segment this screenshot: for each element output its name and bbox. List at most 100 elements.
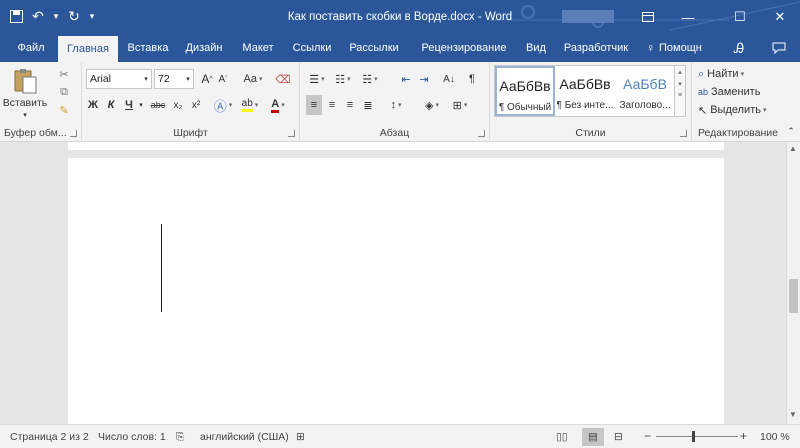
subscript-button[interactable]: x₂ (170, 95, 186, 115)
undo-dropdown-icon[interactable]: ▾ (52, 8, 60, 24)
align-left-icon[interactable]: ≡ (306, 95, 322, 115)
italic-button[interactable]: К (104, 95, 118, 115)
comments-icon[interactable] (772, 38, 786, 58)
styles-gallery: АаБбВв ¶ Обычный АаБбВв ¶ Без инте... Аа… (494, 65, 676, 117)
proofing-icon[interactable]: ⎘ (176, 431, 184, 444)
print-layout-icon[interactable]: ▤ (582, 428, 604, 446)
line-spacing-icon[interactable]: ↕ ▾ (384, 95, 408, 115)
zoom-in-button[interactable]: + (740, 429, 747, 443)
collapse-ribbon-icon[interactable]: ⌃ (784, 124, 798, 138)
redo-icon[interactable]: ↻ (66, 8, 82, 24)
macro-record-icon[interactable]: ⊞ (296, 431, 305, 443)
tab-home[interactable]: Главная (58, 36, 118, 62)
vertical-scrollbar[interactable]: ▲ ▼ (786, 142, 800, 424)
styles-down-icon[interactable]: ▾ (675, 80, 685, 88)
zoom-slider-thumb[interactable] (692, 431, 695, 442)
tell-me-search[interactable]: ♀ Помощн (646, 38, 702, 58)
tab-file[interactable]: Файл (8, 34, 54, 62)
styles-up-icon[interactable]: ▴ (675, 68, 685, 76)
tab-references[interactable]: Ссылки (286, 34, 338, 62)
highlight-color-icon[interactable]: ab ▾ (238, 95, 262, 115)
paste-icon[interactable] (10, 66, 40, 96)
select-button[interactable]: ↖ Выделить ▾ (698, 102, 766, 118)
styles-launcher-icon[interactable] (680, 130, 687, 137)
find-button[interactable]: ⌕ Найти ▾ (698, 66, 744, 82)
zoom-slider-track[interactable] (656, 436, 738, 437)
undo-icon[interactable]: ↶ (30, 8, 46, 24)
clipboard-launcher-icon[interactable] (70, 130, 77, 137)
increase-indent-icon[interactable]: ⇥ (416, 69, 432, 89)
font-launcher-icon[interactable] (288, 130, 295, 137)
close-button[interactable]: ✕ (760, 0, 800, 34)
status-bar: Страница 2 из 2 Число слов: 1 ⎘ английск… (0, 424, 800, 448)
account-name-redacted[interactable] (562, 10, 614, 23)
sort-button[interactable]: А↓ (440, 69, 458, 89)
bold-button[interactable]: Ж (86, 95, 100, 115)
tab-developer[interactable]: Разработчик (556, 34, 636, 62)
style-normal[interactable]: АаБбВв ¶ Обычный (495, 66, 555, 116)
tab-layout[interactable]: Макет (234, 34, 282, 62)
justify-icon[interactable]: ≣ (360, 95, 376, 115)
share-user-icon[interactable]: Ꭿ (734, 38, 744, 58)
format-painter-icon[interactable]: ✎ (56, 102, 72, 118)
tab-review[interactable]: Рецензирование (410, 34, 518, 62)
tab-design[interactable]: Дизайн (178, 34, 230, 62)
font-label: Шрифт (173, 127, 208, 139)
styles-more-icon[interactable]: ≡ (675, 92, 685, 99)
styles-scroll[interactable]: ▴ ▾ ≡ (674, 65, 686, 117)
maximize-button[interactable]: ☐ (720, 0, 760, 34)
document-page[interactable] (68, 158, 724, 428)
read-mode-icon[interactable]: ▯▯ (556, 431, 568, 443)
underline-button[interactable]: Ч (122, 95, 136, 115)
grow-font-icon[interactable]: A ^ (200, 69, 214, 89)
font-name-dropdown-icon[interactable]: ▾ (140, 69, 152, 89)
paste-button[interactable]: Вставить (3, 96, 48, 110)
numbering-icon[interactable]: ☷ ▾ (332, 69, 354, 89)
scroll-thumb[interactable] (789, 279, 798, 313)
web-layout-icon[interactable]: ⊟ (614, 431, 623, 443)
replace-button[interactable]: ab Заменить (698, 84, 760, 100)
language-status[interactable]: английский (США) (200, 431, 289, 443)
align-center-icon[interactable]: ≡ (324, 95, 340, 115)
shading-icon[interactable]: ◈ ▾ (420, 95, 444, 115)
tell-me-label: Помощн (659, 42, 702, 54)
zoom-level[interactable]: 100 % (760, 431, 790, 443)
multilevel-list-icon[interactable]: ☵ ▾ (358, 69, 382, 89)
page-count[interactable]: Страница 2 из 2 (10, 431, 89, 443)
paste-dropdown-icon[interactable]: ▾ (18, 110, 32, 120)
customize-qat-icon[interactable]: ▾ (88, 8, 96, 24)
font-color-icon[interactable]: A ▾ (266, 95, 290, 115)
clear-formatting-icon[interactable]: ⌫ (274, 69, 292, 89)
zoom-out-button[interactable]: − (644, 429, 651, 443)
style-heading[interactable]: АаБбВ Заголово... (615, 66, 675, 116)
decrease-indent-icon[interactable]: ⇤ (398, 69, 414, 89)
minimize-button[interactable]: — (668, 0, 708, 34)
shrink-font-icon[interactable]: Aˇ (216, 69, 230, 89)
ribbon-display-options-icon[interactable] (628, 0, 668, 34)
bullets-icon[interactable]: ☰ ▾ (306, 69, 328, 89)
save-icon[interactable] (8, 8, 24, 24)
cut-icon[interactable]: ✂ (56, 66, 72, 82)
text-effects-icon[interactable]: Ⓐ ▾ (212, 95, 234, 115)
show-marks-button[interactable]: ¶ (464, 69, 480, 89)
style-no-spacing[interactable]: АаБбВв ¶ Без инте... (555, 66, 615, 116)
scroll-down-icon[interactable]: ▼ (789, 410, 797, 419)
tab-view[interactable]: Вид (520, 34, 552, 62)
tab-mailings[interactable]: Рассылки (342, 34, 406, 62)
borders-icon[interactable]: ⊞ ▾ (448, 95, 472, 115)
style-no-spacing-name: ¶ Без инте... (556, 100, 614, 111)
paragraph-launcher-icon[interactable] (478, 130, 485, 137)
tab-insert[interactable]: Вставка (122, 34, 174, 62)
strikethrough-button[interactable]: abc (148, 95, 168, 115)
align-right-icon[interactable]: ≡ (342, 95, 358, 115)
copy-icon[interactable]: ⧉ (56, 84, 72, 100)
replace-icon: ab (698, 87, 709, 97)
underline-dropdown-icon[interactable]: ▾ (137, 95, 145, 115)
font-size-dropdown-icon[interactable]: ▾ (182, 69, 194, 89)
search-icon: ⌕ (698, 67, 705, 80)
change-case-icon[interactable]: Aa ▾ (240, 69, 266, 89)
scroll-up-icon[interactable]: ▲ (789, 144, 797, 153)
styles-group: АаБбВв ¶ Обычный АаБбВв ¶ Без инте... Аа… (490, 62, 692, 142)
word-count[interactable]: Число слов: 1 (98, 431, 166, 443)
superscript-button[interactable]: x² (188, 95, 204, 115)
